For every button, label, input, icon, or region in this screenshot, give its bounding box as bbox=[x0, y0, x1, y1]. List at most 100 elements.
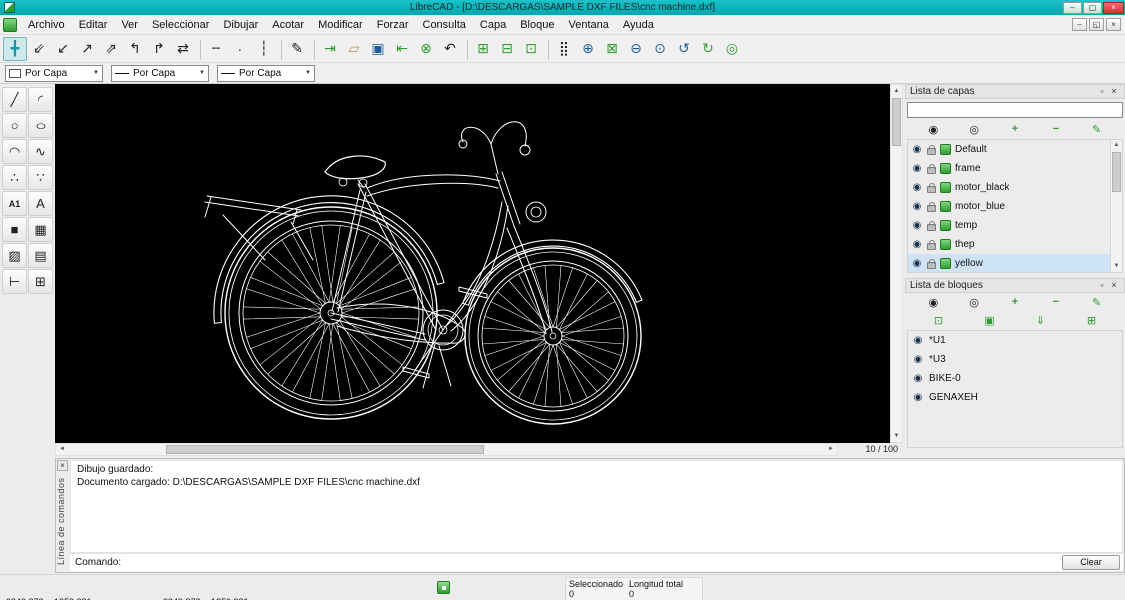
layer-row[interactable]: ◉ frame bbox=[908, 159, 1111, 178]
order-lower-icon[interactable]: ↙ bbox=[51, 37, 75, 61]
pen-attributes-icon[interactable]: ✎ bbox=[285, 37, 309, 61]
hatch-tool[interactable]: ▨ bbox=[2, 243, 27, 268]
layer-visibility-icon[interactable]: ◉ bbox=[911, 201, 923, 212]
save-block-icon[interactable]: ▣ bbox=[979, 312, 1001, 328]
relative-zero-icon[interactable] bbox=[437, 581, 450, 594]
add-block-icon[interactable]: + bbox=[1004, 294, 1026, 310]
tile-windows-icon[interactable]: ⊞ bbox=[471, 37, 495, 61]
cascade-windows-icon[interactable]: ⊟ bbox=[495, 37, 519, 61]
multi-point-tool[interactable]: ∵ bbox=[28, 165, 53, 190]
zoom-window-icon[interactable]: ⊠ bbox=[600, 37, 624, 61]
select-left-icon[interactable]: ↰ bbox=[123, 37, 147, 61]
menu-item[interactable]: Modificar bbox=[311, 17, 370, 33]
layer-row[interactable]: ◉ temp bbox=[908, 216, 1111, 235]
block-row[interactable]: ◉ *U1 bbox=[908, 331, 1122, 350]
clear-button[interactable]: Clear bbox=[1062, 555, 1120, 570]
scroll-up-icon[interactable]: ▲ bbox=[891, 85, 902, 97]
line-type-combobox[interactable]: Por Capa ▼ bbox=[217, 65, 315, 82]
vertical-scrollbar-thumb[interactable] bbox=[892, 98, 901, 146]
menu-item[interactable]: Acotar bbox=[265, 17, 311, 33]
scroll-down-icon[interactable]: ▼ bbox=[891, 430, 902, 442]
remove-layer-icon[interactable]: − bbox=[1045, 121, 1067, 137]
block-row[interactable]: ◉ GENAXEH bbox=[908, 388, 1122, 407]
select-swap-icon[interactable]: ⇄ bbox=[171, 37, 195, 61]
zoom-previous-icon[interactable]: ↺ bbox=[672, 37, 696, 61]
polyline-tool[interactable]: ◜ bbox=[28, 87, 53, 112]
layer-construction-icon[interactable] bbox=[940, 144, 951, 155]
export-icon[interactable]: ⇤ bbox=[390, 37, 414, 61]
close-file-icon[interactable]: ⊗ bbox=[414, 37, 438, 61]
text-tool[interactable]: A1 bbox=[2, 191, 27, 216]
point-tool[interactable]: ∴ bbox=[2, 165, 27, 190]
layer-construction-icon[interactable] bbox=[940, 182, 951, 193]
dimension-tool[interactable]: ⊢ bbox=[2, 269, 27, 294]
snap-grid-icon[interactable]: ╋ bbox=[3, 37, 27, 61]
hide-all-layers-icon[interactable]: ◎ bbox=[963, 121, 985, 137]
snap-middle-icon[interactable]: ╌ bbox=[204, 37, 228, 61]
rename-block-icon[interactable]: ✎ bbox=[1086, 294, 1108, 310]
line-tool[interactable]: ╱ bbox=[2, 87, 27, 112]
dock-close-icon[interactable]: × bbox=[1108, 86, 1120, 98]
grid-icon[interactable]: ⣿ bbox=[552, 37, 576, 61]
vertical-scrollbar[interactable]: ▲ ▼ bbox=[890, 84, 903, 443]
menu-item[interactable]: Forzar bbox=[370, 17, 416, 33]
horizontal-scrollbar[interactable]: ◄ ► bbox=[55, 443, 838, 456]
dock-close-icon[interactable]: × bbox=[1108, 280, 1120, 292]
undo-icon[interactable]: ↶ bbox=[438, 37, 462, 61]
measure-tool[interactable]: ▤ bbox=[28, 243, 53, 268]
layer-filter-input[interactable] bbox=[907, 102, 1123, 118]
layer-visibility-icon[interactable]: ◉ bbox=[911, 182, 923, 193]
layer-visibility-icon[interactable]: ◉ bbox=[911, 239, 923, 250]
order-bottom-icon[interactable]: ⇙ bbox=[27, 37, 51, 61]
add-layer-icon[interactable]: + bbox=[1004, 121, 1026, 137]
layer-row[interactable]: ◉ motor_black bbox=[908, 178, 1111, 197]
snap-vertical-icon[interactable]: ┆ bbox=[252, 37, 276, 61]
layer-lock-icon[interactable] bbox=[927, 148, 936, 155]
select-right-icon[interactable]: ↱ bbox=[147, 37, 171, 61]
block-visibility-icon[interactable]: ◉ bbox=[912, 354, 924, 365]
layer-row[interactable]: ◉ motor_blue bbox=[908, 197, 1111, 216]
create-block-icon[interactable]: ⊞ bbox=[1081, 312, 1103, 328]
layer-lock-icon[interactable] bbox=[927, 205, 936, 212]
menu-item[interactable]: Ver bbox=[114, 17, 145, 33]
layer-lock-icon[interactable] bbox=[927, 167, 936, 174]
menu-item[interactable]: Ventana bbox=[561, 17, 615, 33]
document-close-button[interactable]: × bbox=[1106, 18, 1121, 31]
layer-list-scrollbar[interactable]: ▲ ▼ bbox=[1110, 140, 1122, 272]
layer-row[interactable]: ◉ thep bbox=[908, 235, 1111, 254]
menu-item[interactable]: Bloque bbox=[513, 17, 561, 33]
layer-construction-icon[interactable] bbox=[940, 220, 951, 231]
ellipse-tool[interactable]: ○ bbox=[28, 113, 53, 138]
spline-tool[interactable]: ∿ bbox=[28, 139, 53, 164]
layer-lock-icon[interactable] bbox=[927, 262, 936, 269]
close-icon[interactable]: × bbox=[57, 460, 68, 471]
layer-row[interactable]: ◉ yellow bbox=[908, 254, 1111, 273]
order-raise-icon[interactable]: ↗ bbox=[75, 37, 99, 61]
zoom-auto-icon[interactable]: ⊙ bbox=[648, 37, 672, 61]
menu-item[interactable]: Capa bbox=[473, 17, 513, 33]
layer-visibility-icon[interactable]: ◉ bbox=[911, 144, 923, 155]
layer-visibility-icon[interactable]: ◉ bbox=[911, 163, 923, 174]
drawing-canvas[interactable] bbox=[55, 84, 890, 443]
edit-layer-icon[interactable]: ✎ bbox=[1086, 121, 1108, 137]
dock-float-icon[interactable]: ▫ bbox=[1096, 280, 1108, 292]
layer-lock-icon[interactable] bbox=[927, 224, 936, 231]
layer-row[interactable]: ◉ Default bbox=[908, 140, 1111, 159]
document-restore-button[interactable]: ◱ bbox=[1089, 18, 1104, 31]
menu-item[interactable]: Dibujar bbox=[216, 17, 265, 33]
show-all-layers-icon[interactable]: ◉ bbox=[922, 121, 944, 137]
scroll-left-icon[interactable]: ◄ bbox=[56, 444, 68, 455]
scroll-up-icon[interactable]: ▲ bbox=[1111, 140, 1122, 151]
command-dock-tab[interactable]: Línea de comandos bbox=[56, 473, 69, 569]
new-window-icon[interactable]: ⊡ bbox=[519, 37, 543, 61]
menu-item[interactable]: Seleccionar bbox=[145, 17, 216, 33]
arc-tool[interactable]: ◠ bbox=[2, 139, 27, 164]
command-input[interactable] bbox=[126, 556, 1062, 570]
save-file-icon[interactable]: ▣ bbox=[366, 37, 390, 61]
snap-point-icon[interactable]: ∙ bbox=[228, 37, 252, 61]
color-combobox[interactable]: Por Capa ▼ bbox=[5, 65, 103, 82]
zoom-selected-icon[interactable]: ◎ bbox=[720, 37, 744, 61]
layer-visibility-icon[interactable]: ◉ bbox=[911, 258, 923, 269]
line-width-combobox[interactable]: Por Capa ▼ bbox=[111, 65, 209, 82]
hide-all-blocks-icon[interactable]: ◎ bbox=[963, 294, 985, 310]
